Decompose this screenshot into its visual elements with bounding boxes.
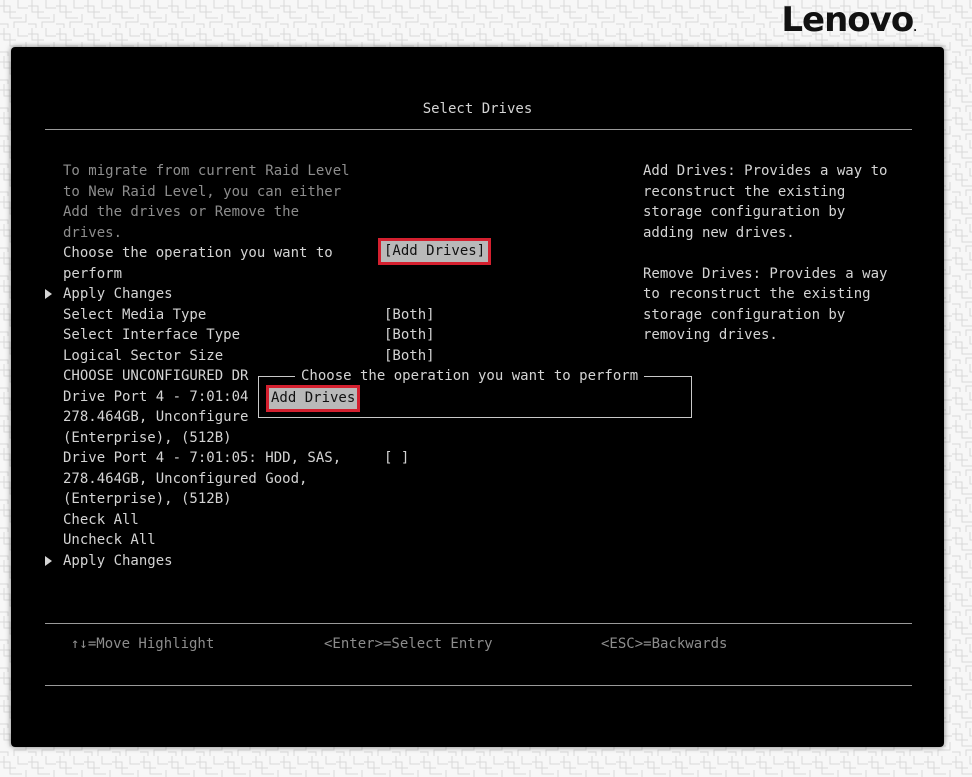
lenovo-logo: Lenovo. (781, 0, 917, 40)
help-add-line-4: adding new drives. (643, 224, 795, 241)
drive-2-line-3: (Enterprise), (512B) (63, 491, 232, 507)
footer-bottom-divider (45, 685, 912, 686)
help-remove-line-1: Remove Drives: Provides a way (643, 265, 888, 282)
unconfigured-drives-heading: CHOOSE UNCONFIGURED DR (63, 368, 249, 384)
popup-option-label: Add Drives (269, 388, 358, 409)
footer-top-divider (45, 623, 912, 624)
popup-option-add-drives[interactable]: Add Drives (266, 385, 361, 412)
apply-changes-link[interactable]: Apply Changes (63, 284, 173, 305)
drive-2-line-1[interactable]: Drive Port 4 - 7:01:05: HDD, SAS, (63, 448, 341, 469)
help-remove-line-2: to reconstruct the existing (643, 286, 871, 302)
title-divider (45, 129, 912, 130)
interface-type-label: Select Interface Type (63, 327, 241, 343)
sector-size-select[interactable]: [Both] (384, 346, 435, 367)
help-add-line-1: Add Drives: Provides a way to (643, 163, 888, 179)
drive-1-line-1[interactable]: Drive Port 4 - 7:01:04 (63, 387, 248, 408)
sector-size-label: Logical Sector Size (63, 347, 224, 364)
description-line-1: To migrate from current Raid Level (63, 163, 350, 179)
footer-select-hint: <Enter>=Select Entry (324, 636, 493, 652)
media-type-select[interactable]: [Both] (384, 305, 435, 326)
page-title: Select Drives (422, 101, 533, 117)
operation-select[interactable]: [Add Drives] (378, 238, 492, 265)
drive-2-checkbox[interactable]: [ ] (384, 448, 409, 469)
operation-popup: Choose the operation you want to perform… (258, 366, 692, 418)
description-line-4: drives. (63, 224, 123, 241)
description-line-3: Add the drives or Remove the (63, 204, 300, 220)
footer-move-hint: ↑↓=Move Highlight (71, 636, 215, 652)
help-add-line-3: storage configuration by (643, 204, 846, 220)
interface-type-select[interactable]: [Both] (384, 325, 435, 346)
apply-changes-link[interactable]: Apply Changes (63, 551, 173, 572)
description-line-2: to New Raid Level, you can either (63, 183, 342, 200)
operation-select-value: [Add Drives] (381, 241, 489, 262)
drive-2-line-2: 278.464GB, Unconfigured Good, (63, 470, 308, 487)
drive-1-line-3: (Enterprise), (512B) (63, 429, 232, 446)
drive-1-line-2: 278.464GB, Unconfigure (63, 409, 249, 425)
check-all-link[interactable]: Check All (63, 510, 139, 531)
help-add-line-2: reconstruct the existing (643, 183, 846, 200)
uncheck-all-link[interactable]: Uncheck All (63, 530, 156, 551)
operation-label-line-1: Choose the operation you want to (63, 245, 333, 261)
help-remove-line-3: storage configuration by (643, 306, 846, 323)
submenu-arrow-icon (45, 289, 52, 299)
popup-title: Choose the operation you want to perform (295, 366, 645, 387)
footer-back-hint: <ESC>=Backwards (601, 636, 728, 652)
media-type-label: Select Media Type (63, 306, 207, 323)
operation-label-line-2: perform (63, 265, 123, 282)
submenu-arrow-icon (45, 556, 52, 566)
bios-screen: Select Drives To migrate from current Ra… (11, 47, 944, 747)
help-remove-line-4: removing drives. (643, 327, 778, 343)
